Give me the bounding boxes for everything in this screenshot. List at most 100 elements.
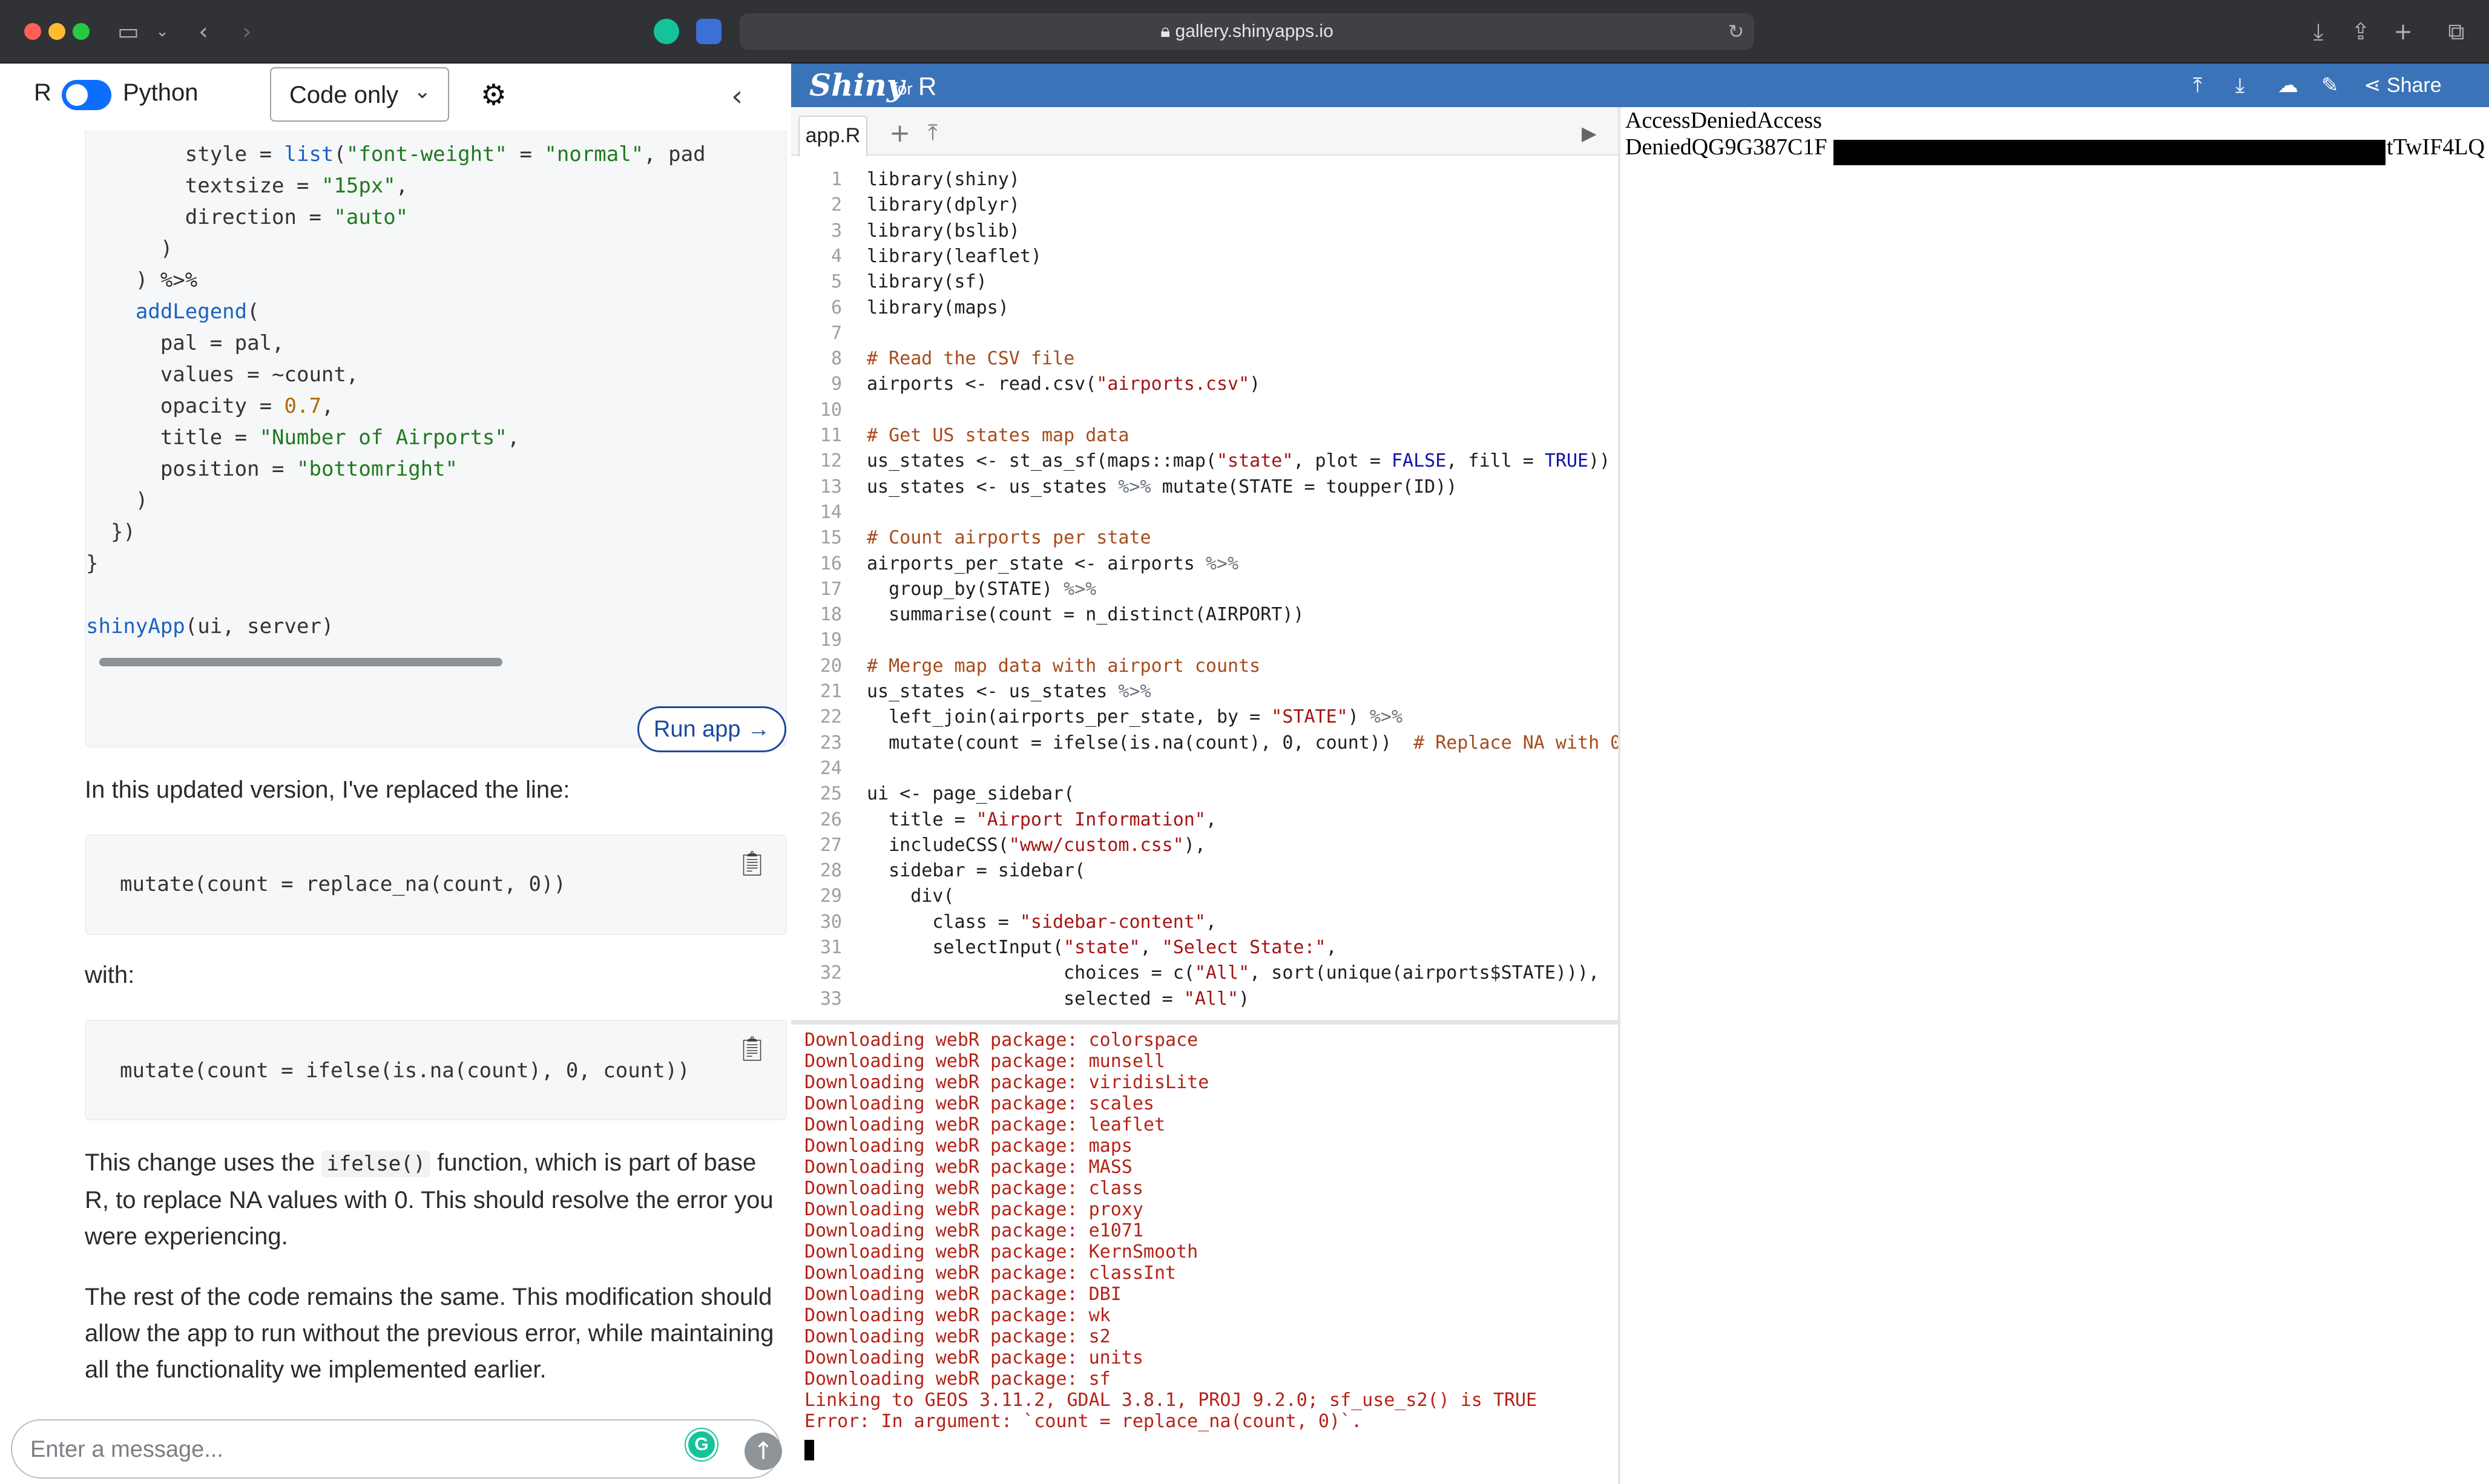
grammarly-icon[interactable]: G (686, 1429, 717, 1460)
app-output: AccessDeniedAccess DeniedQG9G387C1F tTwI… (1623, 107, 2489, 1484)
reload-icon[interactable]: ↻ (1721, 17, 1751, 46)
code-line: # Read the CSV file (867, 348, 1075, 370)
upload-file-icon[interactable]: ⤒ (928, 120, 938, 146)
code-line: us_states <- us_states %>% (867, 681, 1151, 702)
send-button[interactable]: ↑ (745, 1433, 782, 1470)
code-line: values = ~count, (86, 363, 359, 387)
redaction-bar (1833, 140, 2385, 165)
language-toggle[interactable] (62, 80, 111, 110)
console-cursor[interactable] (804, 1440, 814, 1460)
code-line: airports <- read.csv("airports.csv") (867, 373, 1261, 395)
grammarly-icon[interactable] (654, 19, 679, 44)
add-file-icon[interactable]: + (889, 118, 910, 148)
share-icon[interactable]: ⇪ (2346, 17, 2375, 46)
tabs-overview-icon[interactable]: ⧉ (2442, 17, 2471, 46)
code-horizontal-scrollbar[interactable] (99, 658, 502, 666)
console-line: Linking to GEOS 3.11.2, GDAL 3.8.1, PROJ… (804, 1390, 1537, 1411)
shield-icon[interactable] (696, 19, 722, 44)
language-toggle-row: R Python Code only ⌄ ⚙ ‹ (0, 64, 790, 130)
code-line: class = "sidebar-content", (867, 911, 1217, 933)
code-area[interactable]: 1 library(shiny) 2 library(dplyr) 3 library(b… (791, 165, 1618, 1013)
upload-icon[interactable]: ⤒ (2193, 74, 2202, 96)
message-placeholder: Enter a message... (30, 1437, 223, 1462)
inline-code: ifelse() (321, 1151, 431, 1177)
editor-tabbar: app.R + ⤒ ▶ (791, 107, 1618, 157)
code-block: style = list("font-weight" = "normal", p… (85, 130, 787, 747)
shiny-header: Shiny for R ⤒ ⤓ ☁ ✎ ⋖ Share (791, 64, 2489, 107)
line-number: 21 (820, 681, 842, 702)
line-number: 31 (820, 937, 842, 958)
collapse-panel-icon[interactable]: ‹ (731, 82, 743, 111)
line-number: 10 (820, 399, 842, 421)
code-line: library(shiny) (867, 169, 1020, 190)
console-line: Downloading webR package: maps (804, 1135, 1133, 1157)
clipboard-icon[interactable]: 📋︎ (737, 849, 768, 878)
line-number: 11 (820, 425, 842, 446)
code-line: div( (867, 885, 955, 907)
line-number: 13 (820, 476, 842, 497)
console-line: Downloading webR package: units (804, 1347, 1143, 1368)
editor-console-divider[interactable] (791, 1020, 1620, 1025)
line-number: 6 (830, 297, 842, 318)
code-line: direction = "auto" (86, 205, 409, 229)
code-line: library(leaflet) (867, 245, 1042, 267)
code-line: group_by(STATE) %>% (867, 578, 1097, 600)
mode-select[interactable]: Code only ⌄ (270, 67, 449, 122)
toggle-knob (66, 84, 88, 106)
console-line: Downloading webR package: sf (804, 1368, 1111, 1390)
console-line: Downloading webR package: proxy (804, 1199, 1143, 1220)
line-number: 18 (820, 604, 842, 626)
line-number: 33 (820, 988, 842, 1010)
line-number: 27 (820, 834, 842, 856)
code-snippet-2: mutate(count = ifelse(is.na(count), 0, c… (85, 1020, 787, 1120)
chat-paragraph: This change uses the ifelse() function, … (85, 1144, 787, 1255)
maximize-window-button[interactable] (73, 23, 90, 40)
share-icon: ⋖ (2364, 74, 2387, 97)
code-snippet-1: mutate(count = replace_na(count, 0)) 📋︎ (85, 835, 787, 935)
text-span: This change uses the (85, 1149, 322, 1176)
console-line: Downloading webR package: scales (804, 1093, 1154, 1114)
share-label: Share (2386, 74, 2442, 97)
address-bar[interactable]: 🔒︎ gallery.shinyapps.io ↻ (740, 13, 1754, 50)
run-app-button[interactable]: Run app → (637, 706, 786, 752)
code-line: ) (86, 237, 173, 261)
tab-app-r[interactable]: app.R (798, 116, 867, 157)
console-line: Downloading webR package: class (804, 1178, 1143, 1199)
line-number: 7 (830, 322, 842, 344)
sidebar-icon[interactable]: ▭ (114, 17, 143, 46)
line-number: 19 (820, 629, 842, 651)
minimize-window-button[interactable] (48, 23, 65, 40)
chat-paragraph: The rest of the code remains the same. T… (85, 1284, 774, 1383)
lang-r-label: R (34, 79, 51, 106)
output-line-2-start: DeniedQG9G387C1F (1625, 134, 1827, 160)
run-button[interactable]: ▶ (1582, 122, 1597, 145)
forward-icon[interactable]: › (232, 17, 261, 46)
download-icon[interactable]: ⤓ (2235, 74, 2244, 96)
line-number: 5 (830, 271, 842, 293)
url-value: gallery.shinyapps.io (1175, 21, 1333, 41)
line-number: 24 (820, 757, 842, 779)
line-number: 1 (830, 169, 842, 190)
code-line: library(dplyr) (867, 194, 1020, 216)
line-number: 30 (820, 911, 842, 933)
chevron-down-icon[interactable]: ⌄ (148, 17, 177, 46)
line-number: 22 (820, 706, 842, 728)
back-icon[interactable]: ‹ (189, 17, 218, 46)
gear-icon[interactable]: ⚙ (481, 80, 507, 110)
line-number: 20 (820, 655, 842, 677)
code-line: addLegend( (135, 300, 260, 324)
share-button[interactable]: ⋖ Share (2364, 74, 2442, 96)
console-line: Downloading webR package: MASS (804, 1157, 1133, 1178)
clipboard-icon[interactable]: 📋︎ (737, 1034, 768, 1063)
code-line: choices = c("All", sort(unique(airports$… (867, 962, 1600, 984)
edit-icon[interactable]: ✎ (2321, 74, 2339, 96)
download-icon[interactable]: ⤓ (2304, 17, 2333, 46)
new-tab-icon[interactable]: + (2389, 17, 2418, 46)
shiny-logo: Shiny (809, 67, 904, 103)
code-line: style = list("font-weight" = "normal", p… (86, 142, 706, 166)
line-number: 14 (820, 501, 842, 523)
cloud-upload-icon[interactable]: ☁ (2278, 74, 2298, 96)
close-window-button[interactable] (24, 23, 41, 40)
line-number: 25 (820, 783, 842, 805)
message-input[interactable]: Enter a message... G ↑ (11, 1419, 782, 1479)
